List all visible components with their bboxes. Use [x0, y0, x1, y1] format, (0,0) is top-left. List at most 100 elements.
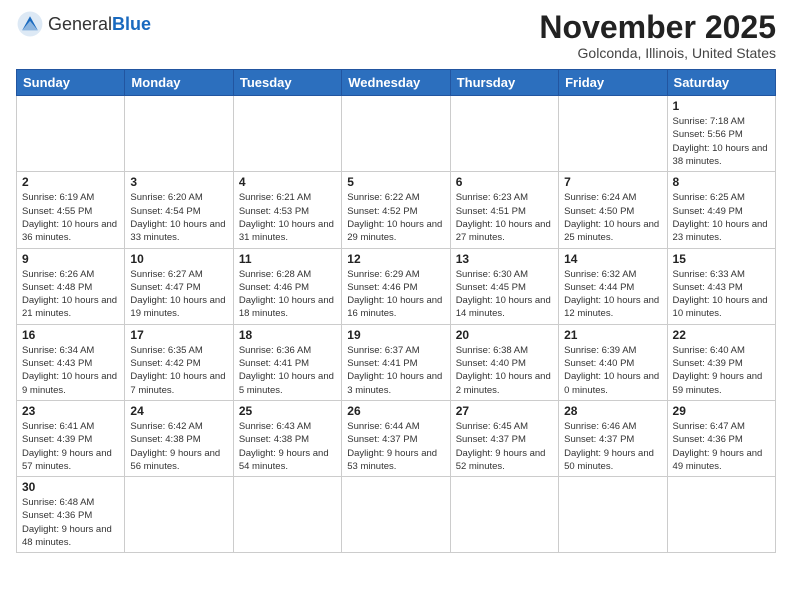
calendar-week-row: 23Sunrise: 6:41 AM Sunset: 4:39 PM Dayli… [17, 400, 776, 476]
weekday-header-friday: Friday [559, 70, 667, 96]
day-info: Sunrise: 6:41 AM Sunset: 4:39 PM Dayligh… [22, 420, 119, 473]
day-info: Sunrise: 6:44 AM Sunset: 4:37 PM Dayligh… [347, 420, 444, 473]
calendar-cell: 9Sunrise: 6:26 AM Sunset: 4:48 PM Daylig… [17, 248, 125, 324]
day-number: 29 [673, 404, 770, 418]
day-number: 2 [22, 175, 119, 189]
day-info: Sunrise: 6:34 AM Sunset: 4:43 PM Dayligh… [22, 344, 119, 397]
calendar-cell: 2Sunrise: 6:19 AM Sunset: 4:55 PM Daylig… [17, 172, 125, 248]
day-info: Sunrise: 6:21 AM Sunset: 4:53 PM Dayligh… [239, 191, 336, 244]
weekday-header-wednesday: Wednesday [342, 70, 450, 96]
calendar-cell: 17Sunrise: 6:35 AM Sunset: 4:42 PM Dayli… [125, 324, 233, 400]
calendar-cell [342, 477, 450, 553]
calendar-cell [667, 477, 775, 553]
day-info: Sunrise: 6:48 AM Sunset: 4:36 PM Dayligh… [22, 496, 119, 549]
day-number: 8 [673, 175, 770, 189]
calendar-cell [233, 477, 341, 553]
calendar-cell: 7Sunrise: 6:24 AM Sunset: 4:50 PM Daylig… [559, 172, 667, 248]
day-info: Sunrise: 6:47 AM Sunset: 4:36 PM Dayligh… [673, 420, 770, 473]
logo: GeneralBlue [16, 10, 151, 38]
calendar-table: SundayMondayTuesdayWednesdayThursdayFrid… [16, 69, 776, 553]
calendar-week-row: 9Sunrise: 6:26 AM Sunset: 4:48 PM Daylig… [17, 248, 776, 324]
generalblue-logo-icon [16, 10, 44, 38]
calendar-week-row: 30 Sunrise: 6:48 AM Sunset: 4:36 PM Dayli… [17, 477, 776, 553]
location: Golconda, Illinois, United States [539, 45, 776, 61]
calendar-cell [233, 96, 341, 172]
day-number: 16 [22, 328, 119, 342]
day-info: Sunrise: 6:25 AM Sunset: 4:49 PM Dayligh… [673, 191, 770, 244]
calendar-cell: 3 Sunrise: 6:20 AM Sunset: 4:54 PM Daylig… [125, 172, 233, 248]
day-number: 19 [347, 328, 444, 342]
calendar-cell: 20Sunrise: 6:38 AM Sunset: 4:40 PM Dayli… [450, 324, 558, 400]
day-number: 9 [22, 252, 119, 266]
day-number: 22 [673, 328, 770, 342]
calendar-cell: 18Sunrise: 6:36 AM Sunset: 4:41 PM Dayli… [233, 324, 341, 400]
calendar-cell [450, 477, 558, 553]
calendar-cell: 29 Sunrise: 6:47 AM Sunset: 4:36 PM Dayli… [667, 400, 775, 476]
weekday-header-sunday: Sunday [17, 70, 125, 96]
logo-blue: Blue [112, 14, 151, 34]
day-number: 30 [22, 480, 119, 494]
calendar-cell: 14Sunrise: 6:32 AM Sunset: 4:44 PM Dayli… [559, 248, 667, 324]
day-info: Sunrise: 6:32 AM Sunset: 4:44 PM Dayligh… [564, 268, 661, 321]
day-number: 25 [239, 404, 336, 418]
logo-general: General [48, 14, 112, 34]
day-number: 21 [564, 328, 661, 342]
day-info: Sunrise: 6:27 AM Sunset: 4:47 PM Dayligh… [130, 268, 227, 321]
day-number: 17 [130, 328, 227, 342]
calendar-week-row: 1 Sunrise: 7:18 AM Sunset: 5:56 PM Daylig… [17, 96, 776, 172]
day-number: 28 [564, 404, 661, 418]
calendar-cell: 21Sunrise: 6:39 AM Sunset: 4:40 PM Dayli… [559, 324, 667, 400]
weekday-header-tuesday: Tuesday [233, 70, 341, 96]
calendar-cell: 22 Sunrise: 6:40 AM Sunset: 4:39 PM Dayli… [667, 324, 775, 400]
calendar-cell: 10Sunrise: 6:27 AM Sunset: 4:47 PM Dayli… [125, 248, 233, 324]
calendar-header-row: SundayMondayTuesdayWednesdayThursdayFrid… [17, 70, 776, 96]
day-info: Sunrise: 6:33 AM Sunset: 4:43 PM Dayligh… [673, 268, 770, 321]
calendar-cell: 8 Sunrise: 6:25 AM Sunset: 4:49 PM Daylig… [667, 172, 775, 248]
calendar-cell [559, 96, 667, 172]
day-info: Sunrise: 6:40 AM Sunset: 4:39 PM Dayligh… [673, 344, 770, 397]
calendar-week-row: 16 Sunrise: 6:34 AM Sunset: 4:43 PM Dayli… [17, 324, 776, 400]
day-number: 15 [673, 252, 770, 266]
day-info: Sunrise: 6:22 AM Sunset: 4:52 PM Dayligh… [347, 191, 444, 244]
month-title: November 2025 [539, 10, 776, 45]
calendar-cell: 30 Sunrise: 6:48 AM Sunset: 4:36 PM Dayli… [17, 477, 125, 553]
calendar-cell: 5 Sunrise: 6:22 AM Sunset: 4:52 PM Daylig… [342, 172, 450, 248]
day-number: 27 [456, 404, 553, 418]
calendar-cell: 19Sunrise: 6:37 AM Sunset: 4:41 PM Dayli… [342, 324, 450, 400]
day-info: Sunrise: 6:23 AM Sunset: 4:51 PM Dayligh… [456, 191, 553, 244]
calendar-cell [125, 96, 233, 172]
day-info: Sunrise: 6:30 AM Sunset: 4:45 PM Dayligh… [456, 268, 553, 321]
calendar-week-row: 2Sunrise: 6:19 AM Sunset: 4:55 PM Daylig… [17, 172, 776, 248]
day-number: 6 [456, 175, 553, 189]
calendar-cell: 16 Sunrise: 6:34 AM Sunset: 4:43 PM Dayli… [17, 324, 125, 400]
day-number: 13 [456, 252, 553, 266]
day-info: Sunrise: 6:28 AM Sunset: 4:46 PM Dayligh… [239, 268, 336, 321]
day-info: Sunrise: 6:43 AM Sunset: 4:38 PM Dayligh… [239, 420, 336, 473]
calendar-cell [17, 96, 125, 172]
title-block: November 2025 Golconda, Illinois, United… [539, 10, 776, 61]
day-number: 1 [673, 99, 770, 113]
header: GeneralBlue November 2025 Golconda, Illi… [16, 10, 776, 61]
day-info: Sunrise: 6:36 AM Sunset: 4:41 PM Dayligh… [239, 344, 336, 397]
day-info: Sunrise: 6:29 AM Sunset: 4:46 PM Dayligh… [347, 268, 444, 321]
day-number: 3 [130, 175, 227, 189]
calendar-cell: 27Sunrise: 6:45 AM Sunset: 4:37 PM Dayli… [450, 400, 558, 476]
day-number: 5 [347, 175, 444, 189]
calendar-cell: 25 Sunrise: 6:43 AM Sunset: 4:38 PM Dayli… [233, 400, 341, 476]
calendar-cell [125, 477, 233, 553]
weekday-header-thursday: Thursday [450, 70, 558, 96]
calendar-cell: 28Sunrise: 6:46 AM Sunset: 4:37 PM Dayli… [559, 400, 667, 476]
day-info: Sunrise: 6:20 AM Sunset: 4:54 PM Dayligh… [130, 191, 227, 244]
day-info: Sunrise: 7:18 AM Sunset: 5:56 PM Dayligh… [673, 115, 770, 168]
day-number: 7 [564, 175, 661, 189]
day-number: 20 [456, 328, 553, 342]
calendar-cell: 24Sunrise: 6:42 AM Sunset: 4:38 PM Dayli… [125, 400, 233, 476]
weekday-header-monday: Monday [125, 70, 233, 96]
calendar-cell: 11Sunrise: 6:28 AM Sunset: 4:46 PM Dayli… [233, 248, 341, 324]
calendar-cell: 13 Sunrise: 6:30 AM Sunset: 4:45 PM Dayli… [450, 248, 558, 324]
day-number: 24 [130, 404, 227, 418]
calendar-cell [450, 96, 558, 172]
calendar-cell: 12Sunrise: 6:29 AM Sunset: 4:46 PM Dayli… [342, 248, 450, 324]
page: GeneralBlue November 2025 Golconda, Illi… [0, 0, 792, 612]
calendar-cell [342, 96, 450, 172]
